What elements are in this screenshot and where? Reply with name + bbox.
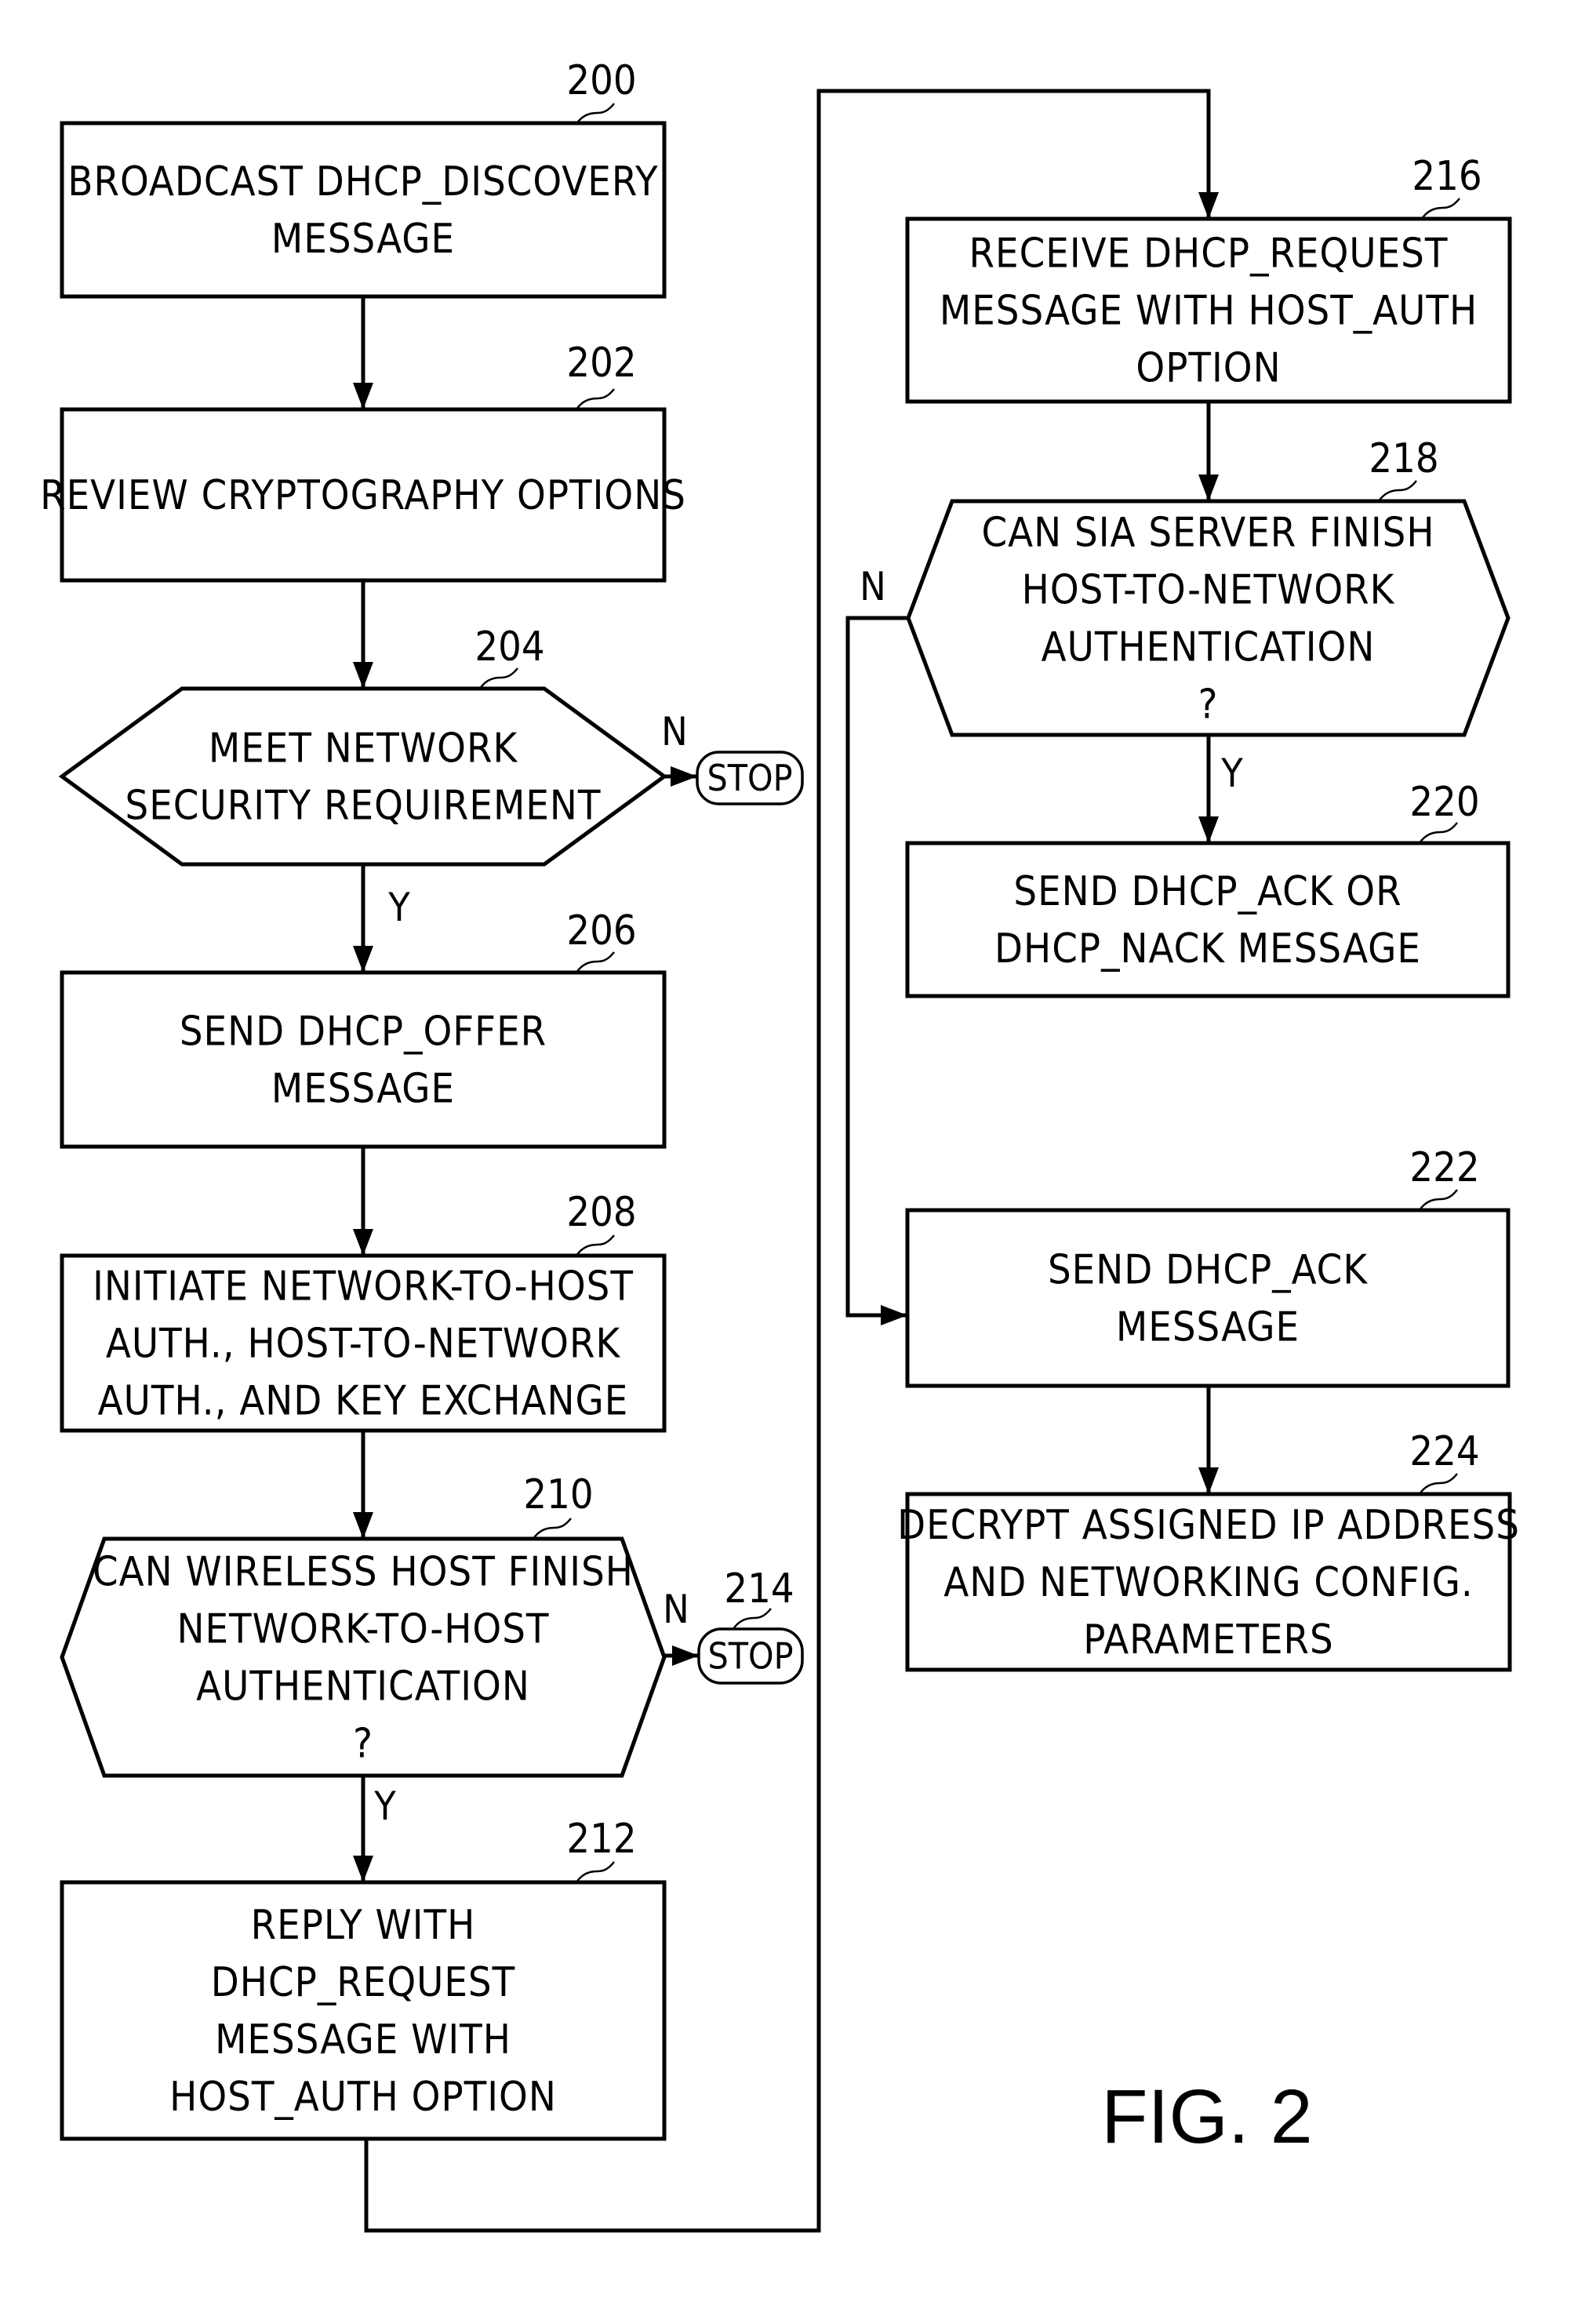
arrowhead-icon xyxy=(353,946,373,973)
node-220-text-line: SEND DHCP_ACK OR xyxy=(1013,868,1401,915)
ref-numeral-218: 218 xyxy=(1369,435,1438,482)
ref-leader-208 xyxy=(575,1234,615,1256)
ref-leader-204 xyxy=(478,667,518,689)
node-210-text-line: ? xyxy=(353,1721,373,1768)
ref-leader-218 xyxy=(1377,480,1417,502)
flowchart-canvas: BROADCAST DHCP_DISCOVERY MESSAGE REVIEW CR… xyxy=(40,57,1520,2233)
node-224-text-line: AND NETWORKING CONFIG. xyxy=(943,1559,1473,1606)
arrowhead-icon xyxy=(1198,816,1219,843)
edge-218-222 xyxy=(845,616,908,1318)
process-box-220 xyxy=(905,841,1511,998)
arrowhead-icon xyxy=(353,1512,373,1539)
arrowhead-icon xyxy=(1198,192,1219,219)
node-218-text-line: ? xyxy=(1198,682,1219,729)
node-200-text-line: BROADCAST DHCP_DISCOVERY xyxy=(67,158,658,205)
ref-numeral-214: 214 xyxy=(724,1565,794,1612)
ref-numeral-222: 222 xyxy=(1409,1144,1479,1191)
arrowhead-icon xyxy=(353,1229,373,1256)
ref-numeral-224: 224 xyxy=(1409,1428,1479,1475)
node-216-text-line: OPTION xyxy=(1136,345,1281,392)
node-224-text-line: PARAMETERS xyxy=(1083,1616,1334,1663)
ref-numeral-206: 206 xyxy=(566,907,636,954)
branch-label-yes: Y xyxy=(387,885,410,930)
ref-numeral-208: 208 xyxy=(566,1189,636,1236)
node-210-text-line: CAN WIRELESS HOST FINISH xyxy=(93,1549,634,1596)
node-200-text-line: MESSAGE xyxy=(271,216,455,263)
node-212-text-line: MESSAGE WITH xyxy=(215,2016,511,2063)
node-216-text-line: RECEIVE DHCP_REQUEST xyxy=(969,231,1449,278)
node-218-text-line: CAN SIA SERVER FINISH xyxy=(981,510,1434,557)
arrowhead-icon xyxy=(672,1645,699,1666)
process-box-206 xyxy=(60,970,667,1149)
branch-label-yes: Y xyxy=(373,1783,396,1829)
ref-leader-224 xyxy=(1418,1473,1458,1495)
ref-leader-200 xyxy=(575,103,615,125)
node-208-text-line: INITIATE NETWORK-TO-HOST xyxy=(93,1263,634,1311)
node-212-text-line: HOST_AUTH OPTION xyxy=(169,2074,557,2121)
ref-leader-210 xyxy=(532,1518,572,1540)
arrowhead-icon xyxy=(671,766,697,787)
arrowhead-icon xyxy=(353,1856,373,1882)
arrowhead-icon xyxy=(353,662,373,689)
process-box-222 xyxy=(905,1208,1511,1388)
branch-label-no: N xyxy=(860,564,886,609)
branch-label-yes: Y xyxy=(1220,751,1243,796)
ref-numeral-216: 216 xyxy=(1412,153,1481,200)
ref-numeral-204: 204 xyxy=(474,624,544,671)
node-222-text-line: MESSAGE xyxy=(1116,1304,1300,1351)
arrowhead-icon xyxy=(353,383,373,409)
node-218-text-line: HOST-TO-NETWORK xyxy=(1022,567,1395,614)
ref-leader-222 xyxy=(1418,1189,1458,1211)
branch-label-no: N xyxy=(661,709,688,754)
node-202-text-line: REVIEW CRYPTOGRAPHY OPTIONS xyxy=(40,472,686,519)
nodes-layer: BROADCAST DHCP_DISCOVERY MESSAGE REVIEW CR… xyxy=(40,121,1520,2141)
node-212-text-line: DHCP_REQUEST xyxy=(211,1959,515,2006)
node-214-text-line: STOP xyxy=(707,1635,793,1678)
decision-hexagon-204 xyxy=(58,686,668,867)
ref-leader-206 xyxy=(575,951,615,973)
ref-leader-202 xyxy=(575,388,615,410)
node-204-text-line: MEET NETWORK xyxy=(209,725,518,773)
ref-leader-216 xyxy=(1420,198,1460,220)
arrowhead-icon xyxy=(1198,474,1219,501)
process-box-200 xyxy=(60,121,667,299)
node-stop-204-text-line: STOP xyxy=(707,757,792,799)
figure-label: FIG. 2 xyxy=(1101,2074,1313,2159)
ref-numeral-212: 212 xyxy=(566,1816,636,1863)
node-210-text-line: NETWORK-TO-HOST xyxy=(176,1606,549,1653)
node-222-text-line: SEND DHCP_ACK xyxy=(1048,1247,1368,1294)
node-218-text-line: AUTHENTICATION xyxy=(1042,624,1376,671)
ref-numeral-200: 200 xyxy=(566,57,636,104)
node-220-text-line: DHCP_NACK MESSAGE xyxy=(994,925,1421,973)
ref-numeral-202: 202 xyxy=(566,340,636,387)
ref-leader-212 xyxy=(575,1861,615,1883)
node-208-text-line: AUTH., HOST-TO-NETWORK xyxy=(106,1321,621,1368)
node-216-text-line: MESSAGE WITH HOST_AUTH xyxy=(940,288,1478,335)
node-204-text-line: SECURITY REQUIREMENT xyxy=(125,783,602,830)
node-224-text-line: DECRYPT ASSIGNED IP ADDRESS xyxy=(897,1502,1520,1549)
ref-numeral-210: 210 xyxy=(523,1471,593,1518)
arrowhead-icon xyxy=(1198,1467,1219,1494)
ref-numeral-220: 220 xyxy=(1409,779,1479,826)
node-206-text-line: MESSAGE xyxy=(271,1066,455,1113)
node-210-text-line: AUTHENTICATION xyxy=(196,1663,530,1711)
node-206-text-line: SEND DHCP_OFFER xyxy=(180,1009,547,1056)
branch-label-no: N xyxy=(663,1587,689,1632)
node-212-text-line: REPLY WITH xyxy=(251,1902,476,1949)
arrowhead-icon xyxy=(881,1305,907,1325)
node-208-text-line: AUTH., AND KEY EXCHANGE xyxy=(98,1378,629,1425)
